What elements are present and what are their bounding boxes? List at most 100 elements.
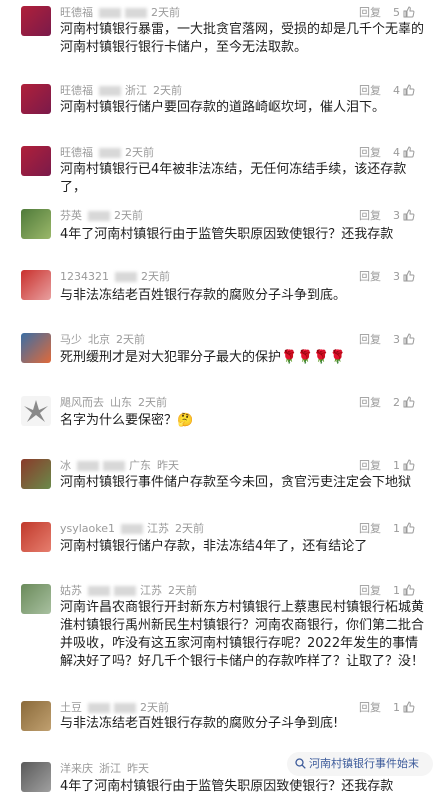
comment-text: 河南村镇银行事件储户存款至今未回，贪官污吏注定会下地狱 <box>60 475 412 490</box>
thumbs-up-icon <box>403 209 415 221</box>
reply-button[interactable]: 回复 <box>359 333 381 347</box>
avatar[interactable] <box>21 762 51 792</box>
redacted-block <box>88 703 110 713</box>
like-button[interactable]: 1 <box>393 701 415 715</box>
redacted-block <box>99 148 121 158</box>
thumbs-up-icon <box>403 396 415 408</box>
redacted-block <box>77 461 99 471</box>
comment-text: 死刑缓刑才是对大犯罪分子最大的保护🌹🌹🌹🌹 <box>60 350 346 365</box>
username[interactable]: 冰 <box>60 459 71 472</box>
reply-button[interactable]: 回复 <box>359 396 381 410</box>
comment-time: 2天前 <box>138 396 167 409</box>
redacted-block <box>88 586 110 596</box>
username[interactable]: 旺德福 <box>60 6 93 19</box>
username[interactable]: ysylaoke1 <box>60 522 115 535</box>
comment-time: 昨天 <box>127 762 149 775</box>
thumbs-up-icon <box>403 522 415 534</box>
redacted-block <box>99 86 121 96</box>
like-count: 1 <box>393 522 400 535</box>
comment-location: 广东 <box>129 459 151 472</box>
leaf-icon <box>24 400 48 422</box>
avatar[interactable] <box>21 270 51 300</box>
username[interactable]: 马少 <box>60 333 82 346</box>
thumbs-up-icon <box>403 84 415 96</box>
redacted-block <box>121 524 144 534</box>
username[interactable]: 洋来庆 <box>60 762 93 775</box>
like-button[interactable]: 1 <box>393 584 415 598</box>
comment-location: 山东 <box>110 396 132 409</box>
avatar[interactable] <box>21 701 51 731</box>
search-suggestion-text: 河南村镇银行事件始末 <box>309 757 419 770</box>
redacted-block <box>99 8 121 18</box>
comment-meta: 旺德福 浙江 2天前 <box>60 84 188 98</box>
reply-button[interactable]: 回复 <box>359 522 381 536</box>
comment-text: 河南村镇银行暴雷，一大批贪官落网，受损的却是几千个无辜的河南村镇银行银行卡储户，… <box>60 22 425 55</box>
like-button[interactable]: 3 <box>393 333 415 347</box>
thumbs-up-icon <box>403 146 415 158</box>
reply-button[interactable]: 回复 <box>359 84 381 98</box>
redacted-block <box>88 211 110 221</box>
comment-time: 2天前 <box>140 701 169 714</box>
comment-time: 2天前 <box>153 84 182 97</box>
reply-button[interactable]: 回复 <box>359 459 381 473</box>
comment-time: 2天前 <box>168 584 197 597</box>
reply-button[interactable]: 回复 <box>359 6 381 20</box>
username[interactable]: 旺德福 <box>60 84 93 97</box>
like-button[interactable]: 1 <box>393 459 415 473</box>
reply-button[interactable]: 回复 <box>359 270 381 284</box>
avatar[interactable] <box>21 522 51 552</box>
comment-time: 2天前 <box>175 522 205 535</box>
avatar[interactable] <box>21 584 51 614</box>
username[interactable]: 姑苏 <box>60 584 82 597</box>
comment-time: 2天前 <box>116 333 145 346</box>
username[interactable]: 土豆 <box>60 701 82 714</box>
avatar[interactable] <box>21 209 51 239</box>
comment-location: 江苏 <box>140 584 162 597</box>
thumbs-up-icon <box>403 584 415 596</box>
thumbs-up-icon <box>403 6 415 18</box>
thumbs-up-icon <box>403 333 415 345</box>
comment-text: 4年了河南村镇银行由于监管失职原因致使银行？还我存款 <box>60 779 394 794</box>
like-count: 1 <box>393 701 400 714</box>
avatar[interactable] <box>21 146 51 176</box>
comment-text: 4年了河南村镇银行由于监管失职原因致使银行？还我存款 <box>60 227 394 242</box>
comment-meta: 1234321 2天前 <box>60 270 176 284</box>
like-button[interactable]: 2 <box>393 396 415 410</box>
like-count: 1 <box>393 584 400 597</box>
reply-button[interactable]: 回复 <box>359 584 381 598</box>
avatar[interactable] <box>21 459 51 489</box>
username[interactable]: 飓风而去 <box>60 396 104 409</box>
like-button[interactable]: 4 <box>393 84 415 98</box>
like-button[interactable]: 1 <box>393 522 415 536</box>
username[interactable]: 芬英 <box>60 209 82 222</box>
avatar[interactable] <box>21 6 51 36</box>
thumbs-up-icon <box>403 270 415 282</box>
like-button[interactable]: 5 <box>393 6 415 20</box>
comment-location: 江苏 <box>147 522 170 535</box>
comment-text: 河南村镇银行已4年被非法冻结，无任何冻结手续，该还存款了， <box>60 162 407 195</box>
avatar[interactable] <box>21 396 51 426</box>
search-suggestion[interactable]: 河南村镇银行事件始末 <box>287 752 433 776</box>
like-count: 3 <box>393 209 400 222</box>
like-button[interactable]: 4 <box>393 146 415 160</box>
comment-time: 2天前 <box>151 6 180 19</box>
comment-meta: 芬英 2天前 <box>60 209 149 223</box>
like-count: 4 <box>393 146 400 159</box>
reply-button[interactable]: 回复 <box>359 209 381 223</box>
comment-location: 浙江 <box>99 762 121 775</box>
reply-button[interactable]: 回复 <box>359 146 381 160</box>
avatar[interactable] <box>21 84 51 114</box>
like-button[interactable]: 3 <box>393 270 415 284</box>
like-button[interactable]: 3 <box>393 209 415 223</box>
avatar[interactable] <box>21 333 51 363</box>
comment-meta: 洋来庆 浙江 昨天 <box>60 762 155 776</box>
username[interactable]: 旺德福 <box>60 146 93 159</box>
comment-location: 浙江 <box>125 84 147 97</box>
like-count: 3 <box>393 333 400 346</box>
like-count: 1 <box>393 459 400 472</box>
comment-text: 名字为什么要保密？🤔 <box>60 413 194 428</box>
username[interactable]: 1234321 <box>60 270 109 283</box>
like-count: 4 <box>393 84 400 97</box>
reply-button[interactable]: 回复 <box>359 701 381 715</box>
comment-meta: 旺德福 2天前 <box>60 6 186 20</box>
